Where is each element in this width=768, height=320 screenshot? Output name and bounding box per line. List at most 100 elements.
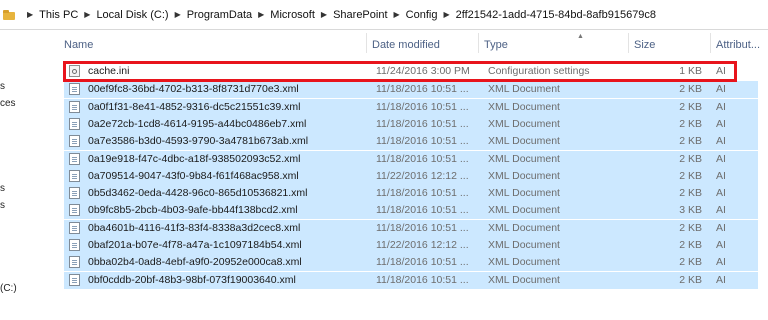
xml-file-icon: [69, 135, 80, 148]
table-row[interactable]: 0a7e3586-b3d0-4593-9790-3a4781b673ab.xml…: [64, 133, 758, 151]
breadcrumb-item-programdata[interactable]: ProgramData: [187, 9, 252, 21]
nav-item[interactable]: ces: [0, 98, 16, 109]
column-divider[interactable]: [478, 33, 479, 53]
column-header-type[interactable]: Type: [484, 30, 508, 56]
column-divider[interactable]: [366, 33, 367, 53]
table-row[interactable]: 0b9fc8b5-2bcb-4b03-9afe-bb44f138bcd2.xml…: [64, 202, 758, 220]
file-name: 0a19e918-f47c-4dbc-a18f-938502093c52.xml: [88, 152, 301, 165]
file-size: 3 KB: [679, 204, 702, 217]
table-row[interactable]: cache.ini 11/24/2016 3:00 PM Configuration…: [64, 63, 758, 80]
column-header-attributes[interactable]: Attribut...: [716, 30, 760, 56]
table-row[interactable]: 0ba4601b-4116-41f3-83f4-8338a3d2cec8.xml…: [64, 219, 758, 237]
file-attributes: AI: [716, 239, 726, 251]
table-row[interactable]: 0a19e918-f47c-4dbc-a18f-938502093c52.xml…: [64, 150, 758, 168]
file-attributes: AI: [716, 256, 726, 269]
chevron-right-icon[interactable]: ▶: [394, 10, 400, 19]
xml-file-icon: [69, 239, 80, 251]
table-row[interactable]: 0baf201a-b07e-4f78-a47a-1c1097184b54.xml…: [64, 237, 758, 254]
file-size: 2 KB: [679, 83, 702, 96]
nav-item[interactable]: s: [0, 81, 5, 92]
file-name: 0baf201a-b07e-4f78-a47a-1c1097184b54.xml: [88, 239, 302, 251]
file-attributes: AI: [716, 204, 726, 217]
chevron-right-icon[interactable]: ▶: [84, 10, 90, 19]
column-header-size[interactable]: Size: [634, 30, 655, 56]
file-name: 0bf0cddb-20bf-48b3-98bf-073f19003640.xml: [88, 273, 296, 286]
column-header-date-modified[interactable]: Date modified: [372, 30, 440, 56]
file-size: 2 KB: [679, 187, 702, 200]
file-date-modified: 11/18/2016 10:51 ...: [376, 117, 469, 130]
chevron-right-icon[interactable]: ▶: [258, 10, 264, 19]
column-divider[interactable]: [710, 33, 711, 53]
xml-file-icon: [69, 152, 80, 165]
column-header-bar: Name Date modified Type ▲ Size Attribut.…: [56, 30, 768, 56]
file-date-modified: 11/18/2016 10:51 ...: [376, 204, 469, 217]
file-date-modified: 11/18/2016 10:51 ...: [376, 152, 469, 165]
breadcrumb-item-sharepoint[interactable]: SharePoint: [333, 9, 387, 21]
file-name: 0a709514-9047-43f0-9b84-f61f468ac958.xml: [88, 169, 299, 182]
file-type: XML Document: [488, 187, 560, 200]
table-row[interactable]: 0a2e72cb-1cd8-4614-9195-a44bc0486eb7.xml…: [64, 115, 758, 133]
file-date-modified: 11/18/2016 10:51 ...: [376, 83, 469, 96]
file-attributes: AI: [716, 152, 726, 165]
breadcrumb-item-guid-folder[interactable]: 2ff21542-1add-4715-84bd-8afb915679c8: [456, 9, 656, 21]
table-row[interactable]: 0a709514-9047-43f0-9b84-f61f468ac958.xml…: [64, 167, 758, 185]
file-type: XML Document: [488, 152, 560, 165]
file-date-modified: 11/18/2016 10:51 ...: [376, 273, 469, 286]
sort-ascending-icon: ▲: [577, 33, 584, 40]
chevron-right-icon[interactable]: ▶: [27, 10, 33, 19]
chevron-right-icon[interactable]: ▶: [321, 10, 327, 19]
file-type: XML Document: [488, 273, 560, 286]
file-attributes: AI: [716, 187, 726, 200]
nav-item-local-disk[interactable]: (C:): [0, 283, 17, 294]
table-row[interactable]: 0a0f1f31-8e41-4852-9316-dc5c21551c39.xml…: [64, 98, 758, 116]
file-name: 0bba02b4-0ad8-4ebf-a9f0-20952e000ca8.xml: [88, 256, 302, 269]
file-size: 2 KB: [679, 100, 702, 113]
nav-item[interactable]: s: [0, 183, 5, 194]
file-size: 1 KB: [679, 65, 702, 77]
breadcrumb-item-microsoft[interactable]: Microsoft: [270, 9, 315, 21]
file-name: 0b5d3462-0eda-4428-96c0-865d10536821.xml: [88, 187, 308, 200]
file-type: XML Document: [488, 100, 560, 113]
file-size: 2 KB: [679, 273, 702, 286]
file-size: 2 KB: [679, 152, 702, 165]
chevron-right-icon[interactable]: ▶: [175, 10, 181, 19]
breadcrumb: ▶ This PC ▶ Local Disk (C:) ▶ ProgramDat…: [21, 9, 656, 21]
file-attributes: AI: [716, 273, 726, 286]
file-type: XML Document: [488, 169, 560, 182]
table-row[interactable]: 00ef9fc8-36bd-4702-b313-8f8731d770e3.xml…: [64, 81, 758, 99]
table-row[interactable]: 0bba02b4-0ad8-4ebf-a9f0-20952e000ca8.xml…: [64, 254, 758, 272]
file-type: XML Document: [488, 221, 560, 234]
file-attributes: AI: [716, 117, 726, 130]
file-attributes: AI: [716, 169, 726, 182]
breadcrumb-item-local-disk[interactable]: Local Disk (C:): [96, 9, 168, 21]
file-type: XML Document: [488, 83, 560, 96]
file-size: 2 KB: [679, 239, 702, 251]
file-date-modified: 11/18/2016 10:51 ...: [376, 221, 469, 234]
file-name: 00ef9fc8-36bd-4702-b313-8f8731d770e3.xml: [88, 83, 299, 96]
file-type: Configuration settings: [488, 65, 590, 77]
table-row[interactable]: 0bf0cddb-20bf-48b3-98bf-073f19003640.xml…: [64, 271, 758, 289]
file-attributes: AI: [716, 221, 726, 234]
file-name: 0a7e3586-b3d0-4593-9790-3a4781b673ab.xml: [88, 135, 309, 148]
navigation-pane: s ces s s (C:): [0, 30, 56, 320]
file-name: 0a0f1f31-8e41-4852-9316-dc5c21551c39.xml: [88, 100, 301, 113]
xml-file-icon: [69, 187, 80, 200]
file-type: XML Document: [488, 135, 560, 148]
xml-file-icon: [69, 169, 80, 182]
file-date-modified: 11/18/2016 10:51 ...: [376, 100, 469, 113]
breadcrumb-item-this-pc[interactable]: This PC: [39, 9, 78, 21]
file-name: cache.ini: [88, 65, 130, 77]
xml-file-icon: [69, 273, 80, 286]
column-divider[interactable]: [628, 33, 629, 53]
chevron-right-icon[interactable]: ▶: [443, 10, 449, 19]
file-date-modified: 11/22/2016 12:12 ...: [376, 169, 469, 182]
file-name: 0b9fc8b5-2bcb-4b03-9afe-bb44f138bcd2.xml: [88, 204, 298, 217]
address-bar[interactable]: ▶ This PC ▶ Local Disk (C:) ▶ ProgramDat…: [0, 0, 768, 30]
nav-item[interactable]: s: [0, 200, 5, 211]
file-size: 2 KB: [679, 256, 702, 269]
xml-file-icon: [69, 100, 80, 113]
table-row[interactable]: 0b5d3462-0eda-4428-96c0-865d10536821.xml…: [64, 185, 758, 203]
column-header-name[interactable]: Name: [64, 30, 93, 56]
xml-file-icon: [69, 204, 80, 217]
breadcrumb-item-config[interactable]: Config: [406, 9, 438, 21]
